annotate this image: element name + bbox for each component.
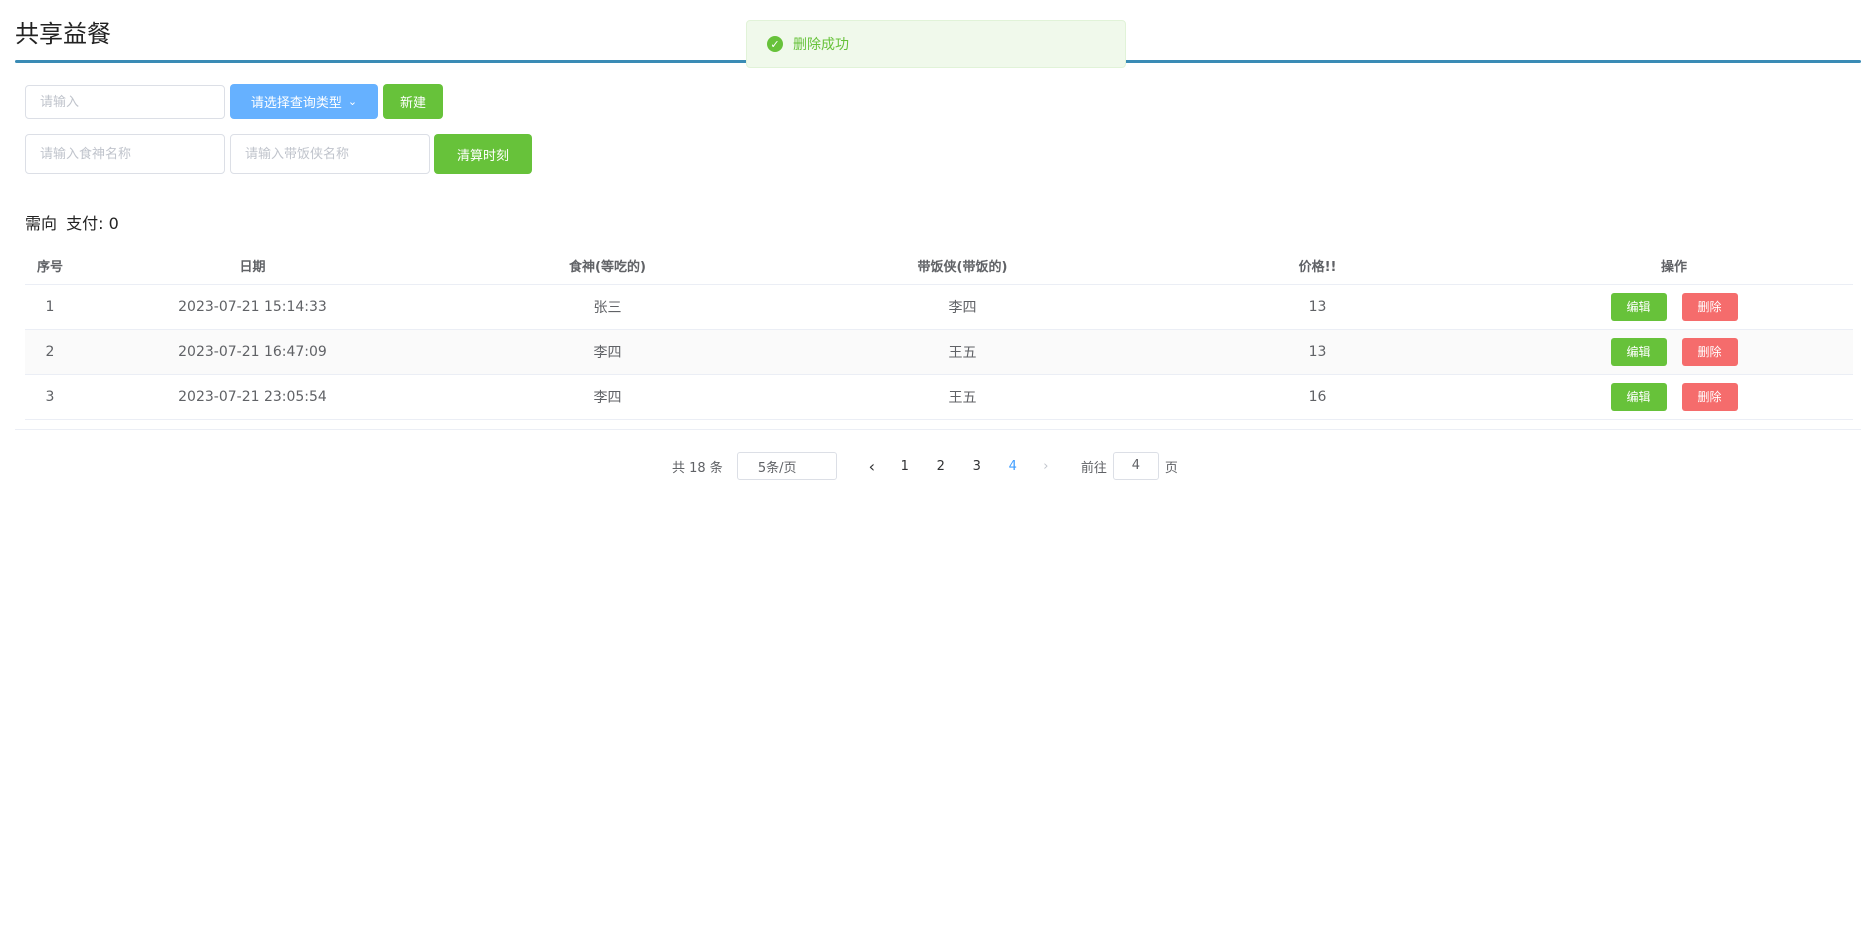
cell-date: 2023-07-21 15:14:33 [75,284,430,330]
page-size-value: 5条/页 [757,460,797,476]
page-title: 共享益餐 [15,20,111,48]
payment-summary: 需向 支付: 0 [25,210,123,234]
cell-carrier: 王五 [785,374,1140,420]
cell-eater: 李四 [430,374,785,420]
carrier-name-input[interactable] [230,134,430,174]
cell-index: 2 [25,329,75,375]
cell-carrier: 王五 [785,329,1140,375]
header-date: 日期 [75,248,430,285]
table-header-row: 序号 日期 食神(等吃的) 带饭侠(带饭的) 价格!! 操作 [25,248,1853,285]
edit-button[interactable]: 编辑 [1610,382,1667,411]
header-carrier: 带饭侠(带饭的) [785,248,1140,285]
cell-actions: 编辑 删除 [1495,284,1853,330]
chevron-down-icon: ⌄ [347,95,358,108]
toast-message: 删除成功 [793,37,849,53]
records-table: 序号 日期 食神(等吃的) 带饭侠(带饭的) 价格!! 操作 1 2023-07… [15,248,1861,430]
cell-actions: 编辑 删除 [1495,374,1853,420]
goto-prefix: 前往 [1080,460,1107,476]
check-circle-icon: ✓ [767,36,783,52]
header-index: 序号 [25,248,75,285]
header-price: 价格!! [1140,248,1495,285]
pagination: 共 18 条 5条/页 ‹ 1 2 3 4 › 前往 4 页 [672,452,1178,480]
summary-pay-text: 支付: 0 [66,214,119,233]
header-actions: 操作 [1495,248,1853,285]
success-toast: ✓ 删除成功 [746,20,1126,68]
eater-name-input[interactable] [25,134,225,174]
cell-carrier: 李四 [785,284,1140,330]
table-row: 1 2023-07-21 15:14:33 张三 李四 13 编辑 删除 [25,284,1853,330]
page-4[interactable]: 4 [995,459,1031,474]
page-1[interactable]: 1 [887,459,923,474]
query-type-label: 请选择查询类型 [250,96,342,111]
delete-button[interactable]: 删除 [1681,337,1738,366]
cell-eater: 张三 [430,284,785,330]
goto-page-input[interactable]: 4 [1112,452,1159,480]
pagination-total: 共 18 条 [672,460,723,476]
cell-price: 13 [1140,284,1495,330]
edit-button[interactable]: 编辑 [1610,337,1667,366]
page-size-select[interactable]: 5条/页 [736,452,837,480]
cell-index: 1 [25,284,75,330]
cell-price: 13 [1140,329,1495,375]
cell-price: 16 [1140,374,1495,420]
delete-button[interactable]: 删除 [1681,292,1738,321]
table-row: 3 2023-07-21 23:05:54 李四 王五 16 编辑 删除 [25,374,1853,420]
summary-label: 需向 [25,214,58,233]
next-page-icon[interactable]: › [1031,459,1061,474]
cell-index: 3 [25,374,75,420]
cell-date: 2023-07-21 23:05:54 [75,374,430,420]
cell-actions: 编辑 删除 [1495,329,1853,375]
delete-button[interactable]: 删除 [1681,382,1738,411]
goto-suffix: 页 [1164,460,1178,476]
query-type-dropdown[interactable]: 请选择查询类型 ⌄ [230,84,378,119]
edit-button[interactable]: 编辑 [1610,292,1667,321]
table-row: 2 2023-07-21 16:47:09 李四 王五 13 编辑 删除 [25,329,1853,375]
new-button[interactable]: 新建 [383,84,443,119]
cell-date: 2023-07-21 16:47:09 [75,329,430,375]
prev-page-icon[interactable]: ‹ [857,457,887,476]
cell-eater: 李四 [430,329,785,375]
page-3[interactable]: 3 [959,459,995,474]
search-input[interactable] [25,85,225,119]
page-2[interactable]: 2 [923,459,959,474]
header-eater: 食神(等吃的) [430,248,785,285]
settle-button[interactable]: 清算时刻 [434,134,532,174]
